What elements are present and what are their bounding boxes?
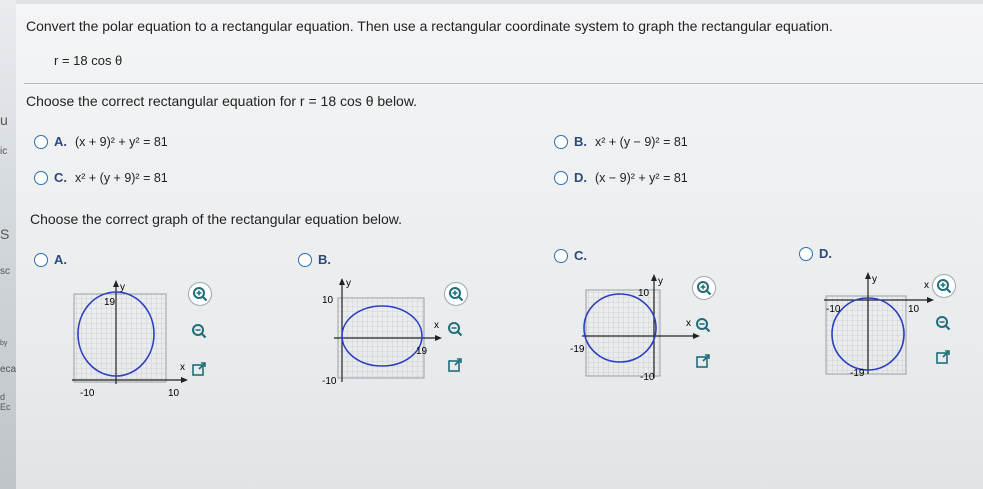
zoom-out-icon bbox=[696, 318, 711, 333]
radio-button[interactable] bbox=[554, 248, 568, 263]
grid-area bbox=[585, 289, 661, 377]
tick-label: -10 bbox=[80, 388, 95, 399]
zoom-out-button[interactable] bbox=[188, 320, 210, 342]
graph-option-c[interactable]: C. bbox=[554, 248, 587, 263]
graph-c[interactable]: y x 10 -19 -10 bbox=[568, 272, 708, 382]
y-axis-arrow bbox=[339, 278, 345, 285]
zoom-out-icon bbox=[936, 316, 951, 331]
tick-label: 10 bbox=[638, 288, 650, 299]
tick-label: 10 bbox=[908, 304, 920, 315]
sidebar-fragment: eca bbox=[0, 364, 17, 375]
graph-a[interactable]: y x 19 -10 10 bbox=[56, 278, 196, 402]
zoom-in-button[interactable] bbox=[692, 276, 716, 300]
tick-label: -19 bbox=[570, 344, 585, 355]
question-text: Convert the polar equation to a rectangu… bbox=[26, 18, 833, 34]
radio-button[interactable] bbox=[34, 170, 48, 185]
radio-button[interactable] bbox=[554, 170, 568, 185]
option-letter: A. bbox=[54, 252, 67, 267]
x-axis-arrow bbox=[927, 297, 934, 303]
radio-button[interactable] bbox=[298, 252, 312, 267]
x-axis-arrow bbox=[181, 377, 188, 383]
y-axis-label: y bbox=[346, 278, 351, 289]
tick-label: 10 bbox=[322, 295, 334, 306]
zoom-in-icon bbox=[937, 279, 952, 294]
equation-option-b[interactable]: B. x² + (y − 9)² = 81 bbox=[554, 134, 688, 149]
option-letter: C. bbox=[54, 170, 67, 185]
zoom-in-icon bbox=[449, 287, 464, 302]
popout-button[interactable] bbox=[692, 350, 714, 372]
radio-button[interactable] bbox=[34, 134, 48, 149]
tick-label: -10 bbox=[826, 304, 841, 315]
option-equation: (x + 9)² + y² = 81 bbox=[75, 134, 168, 149]
question-panel: Convert the polar equation to a rectangu… bbox=[16, 4, 983, 489]
sidebar-fragment: sc bbox=[0, 266, 10, 277]
zoom-in-icon bbox=[193, 287, 208, 302]
zoom-out-button[interactable] bbox=[932, 312, 954, 334]
option-letter: D. bbox=[574, 170, 587, 185]
sidebar-fragment: u bbox=[0, 112, 8, 128]
x-axis-label: x bbox=[924, 280, 929, 291]
option-letter: D. bbox=[819, 246, 832, 261]
radio-button[interactable] bbox=[554, 134, 568, 149]
zoom-in-icon bbox=[697, 281, 712, 296]
y-axis-label: y bbox=[658, 276, 663, 287]
tick-label: 10 bbox=[168, 388, 180, 399]
graph-prompt: Choose the correct graph of the rectangu… bbox=[30, 211, 403, 227]
radio-button[interactable] bbox=[799, 246, 813, 261]
graph-d[interactable]: y x -10 10 -19 bbox=[812, 270, 940, 378]
external-link-icon bbox=[936, 350, 950, 364]
zoom-out-icon bbox=[448, 322, 463, 337]
y-axis-arrow bbox=[651, 274, 657, 281]
graph-option-d[interactable]: D. bbox=[799, 246, 832, 261]
option-letter: B. bbox=[318, 252, 331, 267]
sidebar-fragment: S bbox=[0, 226, 10, 242]
option-equation: x² + (y − 9)² = 81 bbox=[595, 134, 688, 149]
external-link-icon bbox=[448, 358, 462, 372]
divider bbox=[24, 83, 983, 84]
equation-option-c[interactable]: C. x² + (y + 9)² = 81 bbox=[34, 170, 168, 185]
tick-label: -10 bbox=[322, 376, 337, 387]
zoom-in-button[interactable] bbox=[188, 282, 212, 306]
grid-area bbox=[73, 293, 167, 383]
sidebar-fragment: by bbox=[0, 340, 8, 347]
y-axis-label: y bbox=[872, 274, 877, 285]
sidebar-fragment: ic bbox=[0, 146, 8, 157]
x-axis-label: x bbox=[434, 320, 439, 331]
zoom-out-button[interactable] bbox=[444, 318, 466, 340]
given-equation: r = 18 cos θ bbox=[54, 53, 123, 68]
y-axis-arrow bbox=[113, 280, 119, 287]
option-letter: C. bbox=[574, 248, 587, 263]
y-axis-arrow bbox=[865, 272, 871, 279]
option-equation: (x − 9)² + y² = 81 bbox=[595, 170, 688, 185]
x-axis-label: x bbox=[686, 318, 691, 329]
popout-button[interactable] bbox=[444, 354, 466, 376]
tick-label: -10 bbox=[640, 372, 655, 382]
zoom-in-button[interactable] bbox=[444, 282, 468, 306]
popout-button[interactable] bbox=[188, 358, 210, 380]
x-axis-arrow bbox=[435, 335, 442, 341]
graph-b[interactable]: y x 10 -10 19 bbox=[312, 276, 452, 388]
tick-label: 19 bbox=[104, 297, 116, 308]
equation-prompt: Choose the correct rectangular equation … bbox=[26, 93, 418, 109]
graph-option-a[interactable]: A. bbox=[34, 252, 67, 267]
zoom-in-button[interactable] bbox=[932, 274, 956, 298]
option-letter: A. bbox=[54, 134, 67, 149]
option-equation: x² + (y + 9)² = 81 bbox=[75, 170, 168, 185]
external-link-icon bbox=[192, 362, 206, 376]
tick-label: 19 bbox=[416, 346, 428, 357]
left-sidebar-strip: u ic S sc by eca d Ec bbox=[0, 0, 16, 489]
x-axis-label: x bbox=[180, 362, 185, 373]
graph-option-b[interactable]: B. bbox=[298, 252, 331, 267]
popout-button[interactable] bbox=[932, 346, 954, 368]
y-axis-label: y bbox=[120, 282, 125, 293]
sidebar-fragment: d Ec bbox=[0, 392, 11, 412]
equation-option-a[interactable]: A. (x + 9)² + y² = 81 bbox=[34, 134, 168, 149]
equation-option-d[interactable]: D. (x − 9)² + y² = 81 bbox=[554, 170, 688, 185]
tick-label: -19 bbox=[850, 368, 865, 378]
option-letter: B. bbox=[574, 134, 587, 149]
zoom-out-icon bbox=[192, 324, 207, 339]
external-link-icon bbox=[696, 354, 710, 368]
radio-button[interactable] bbox=[34, 252, 48, 267]
zoom-out-button[interactable] bbox=[692, 314, 714, 336]
